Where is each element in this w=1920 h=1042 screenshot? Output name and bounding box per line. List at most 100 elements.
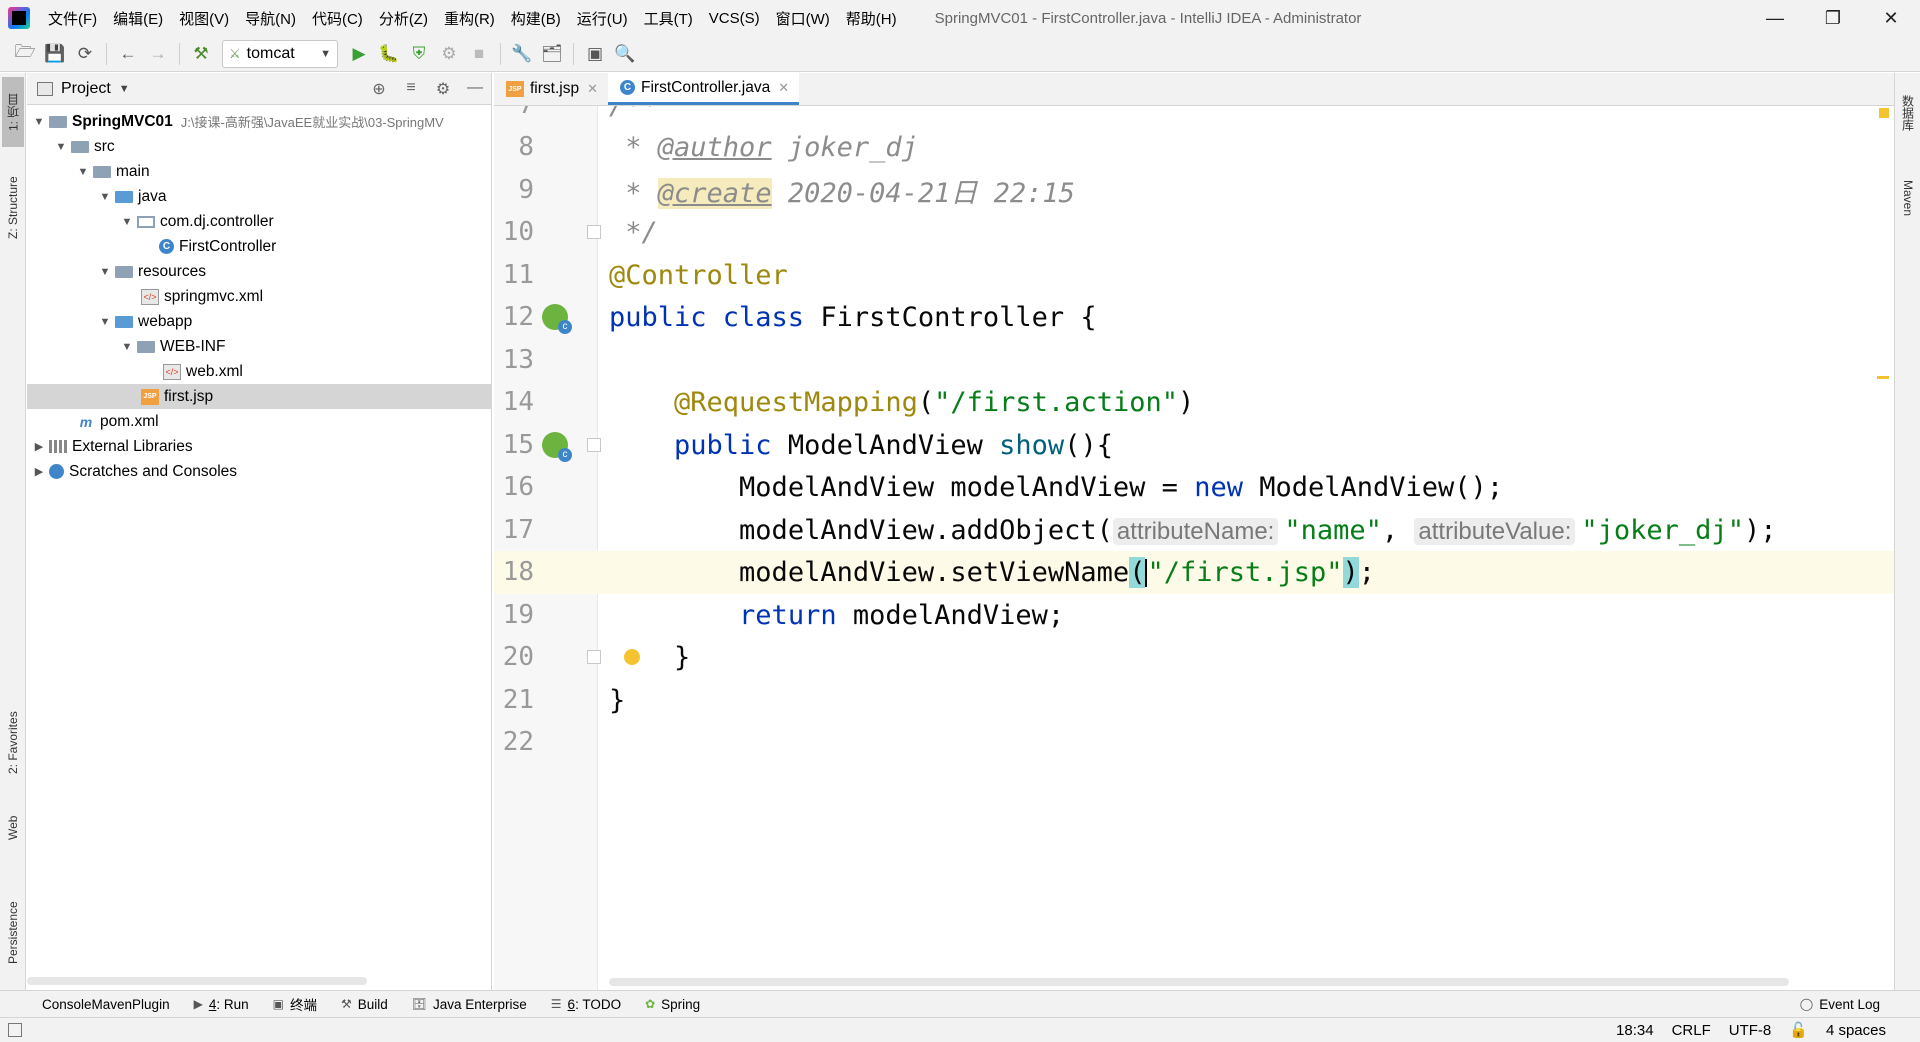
stop-icon[interactable]: ■ bbox=[464, 40, 494, 68]
tool-spring[interactable]: ✿ Spring bbox=[633, 997, 712, 1012]
chevron-down-icon[interactable]: ▼ bbox=[119, 341, 135, 353]
tree-item-java[interactable]: ▼ java bbox=[27, 184, 491, 209]
tree-item-web-xml[interactable]: </> web.xml bbox=[27, 359, 491, 384]
menu-refactor[interactable]: 重构(R) bbox=[436, 8, 503, 29]
tree-item-firstcontroller[interactable]: C FirstController bbox=[27, 234, 491, 259]
code-editor[interactable]: 7 /** 8 * @author joker_dj 9 * @create 2… bbox=[494, 106, 1894, 990]
tree-item-springmvc-xml[interactable]: </> springmvc.xml bbox=[27, 284, 491, 309]
tab-project[interactable]: 1: 项目 bbox=[2, 77, 24, 147]
tree-item-resources[interactable]: ▼ resources bbox=[27, 259, 491, 284]
chevron-down-icon[interactable]: ▼ bbox=[119, 216, 135, 228]
editor-vertical-scrollbar[interactable] bbox=[1877, 106, 1889, 990]
menu-analyze[interactable]: 分析(Z) bbox=[371, 8, 436, 29]
chevron-down-icon[interactable]: ▼ bbox=[97, 191, 113, 203]
fold-icon[interactable] bbox=[587, 438, 601, 452]
tab-maven[interactable]: Maven bbox=[1897, 163, 1919, 233]
tab-first-jsp[interactable]: JSP first.jsp ✕ bbox=[494, 73, 608, 105]
collapse-all-icon[interactable]: ≡ bbox=[395, 79, 427, 99]
tab-persistence[interactable]: Persistence bbox=[2, 883, 24, 983]
menu-edit[interactable]: 编辑(E) bbox=[105, 8, 171, 29]
chevron-right-icon[interactable]: ▶ bbox=[31, 440, 47, 453]
chevron-down-icon[interactable]: ▼ bbox=[119, 83, 130, 95]
file-encoding[interactable]: UTF-8 bbox=[1729, 1022, 1772, 1039]
gear-icon[interactable]: ⚙ bbox=[427, 79, 459, 99]
back-arrow-icon[interactable]: ← bbox=[113, 40, 143, 68]
tab-database[interactable]: 数据库 bbox=[1897, 83, 1919, 143]
chevron-down-icon[interactable]: ▼ bbox=[97, 316, 113, 328]
toggle-tool-windows-icon[interactable] bbox=[8, 1023, 22, 1037]
menu-code[interactable]: 代码(C) bbox=[304, 8, 371, 29]
forward-arrow-icon[interactable]: → bbox=[143, 40, 173, 68]
project-structure-icon[interactable]: 🗂 bbox=[537, 40, 567, 68]
menu-run[interactable]: 运行(U) bbox=[569, 8, 636, 29]
spring-request-mapping-icon[interactable] bbox=[542, 432, 572, 462]
menu-navigate[interactable]: 导航(N) bbox=[237, 8, 304, 29]
restore-icon[interactable]: ❐ bbox=[1804, 0, 1862, 36]
project-panel: Project ▼ ⊕ ≡ ⚙ — ▼ SpringMVC01 J:\接课-高新… bbox=[27, 73, 492, 990]
chevron-right-icon[interactable]: ▶ bbox=[31, 465, 47, 478]
run-icon[interactable]: ▶ bbox=[344, 40, 374, 68]
menu-view[interactable]: 视图(V) bbox=[171, 8, 237, 29]
settings-wrench-icon[interactable]: 🔧 bbox=[507, 40, 537, 68]
project-horizontal-scrollbar[interactable] bbox=[27, 977, 367, 985]
menu-help[interactable]: 帮助(H) bbox=[838, 8, 905, 29]
tree-item-web-inf[interactable]: ▼ WEB-INF bbox=[27, 334, 491, 359]
project-view-select[interactable]: Project bbox=[61, 80, 111, 98]
line-separator[interactable]: CRLF bbox=[1672, 1022, 1711, 1039]
close-icon[interactable]: ✕ bbox=[587, 81, 598, 97]
run-with-coverage-icon[interactable]: ⛨ bbox=[404, 40, 434, 68]
locate-file-icon[interactable]: ⊕ bbox=[363, 79, 395, 99]
menu-vcs[interactable]: VCS(S) bbox=[701, 10, 768, 27]
tree-item-src[interactable]: ▼ src bbox=[27, 134, 491, 159]
minimize-icon[interactable]: — bbox=[1746, 0, 1804, 36]
profile-icon[interactable]: ⚙ bbox=[434, 40, 464, 68]
fold-icon[interactable] bbox=[587, 650, 601, 664]
tool-console-maven-plugin[interactable]: ConsoleMavenPlugin bbox=[0, 997, 182, 1012]
fold-icon[interactable] bbox=[587, 225, 601, 239]
open-folder-icon[interactable]: 🗁 bbox=[10, 40, 40, 68]
tree-item-first-jsp[interactable]: JSP first.jsp bbox=[27, 384, 491, 409]
lock-icon[interactable]: 🔓 bbox=[1789, 1021, 1808, 1039]
chevron-down-icon[interactable]: ▼ bbox=[53, 141, 69, 153]
menu-file[interactable]: 文件(F) bbox=[40, 8, 105, 29]
hide-panel-icon[interactable]: — bbox=[459, 79, 491, 99]
run-configuration-select[interactable]: ⚔ tomcat ▼ bbox=[222, 39, 338, 68]
chevron-down-icon[interactable]: ▼ bbox=[97, 266, 113, 278]
tab-structure[interactable]: Z: Structure bbox=[2, 163, 24, 253]
tree-item-springmvc01[interactable]: ▼ SpringMVC01 J:\接课-高新强\JavaEE就业实战\03-Sp… bbox=[27, 109, 491, 134]
tool-terminal[interactable]: ▣ 终端 bbox=[261, 994, 329, 1014]
chevron-down-icon[interactable]: ▼ bbox=[31, 116, 47, 128]
tree-item-external-libraries[interactable]: ▶ External Libraries bbox=[27, 434, 491, 459]
terminal-window-icon[interactable]: ▣ bbox=[580, 40, 610, 68]
save-all-icon[interactable]: 💾 bbox=[40, 40, 70, 68]
menu-window[interactable]: 窗口(W) bbox=[768, 8, 838, 29]
build-hammer-icon[interactable]: ⚒ bbox=[186, 40, 216, 68]
tool-run[interactable]: ▶ 4: Run bbox=[182, 997, 261, 1012]
close-icon[interactable]: ✕ bbox=[1862, 0, 1920, 36]
menu-tools[interactable]: 工具(T) bbox=[636, 8, 701, 29]
caret-position[interactable]: 18:34 bbox=[1616, 1022, 1654, 1039]
tab-firstcontroller-java[interactable]: C FirstController.java ✕ bbox=[608, 73, 800, 105]
tool-build[interactable]: ⚒ Build bbox=[329, 997, 400, 1012]
search-icon[interactable]: 🔍 bbox=[610, 40, 640, 68]
close-icon[interactable]: ✕ bbox=[778, 80, 789, 96]
inspection-status-icon[interactable] bbox=[1879, 108, 1889, 118]
spring-bean-icon[interactable] bbox=[542, 304, 572, 334]
chevron-down-icon[interactable]: ▼ bbox=[75, 166, 91, 178]
xml-file-icon: </> bbox=[141, 288, 159, 305]
tab-web[interactable]: Web bbox=[2, 803, 24, 853]
tool-java-enterprise[interactable]: 🗄 Java Enterprise bbox=[400, 997, 539, 1012]
tree-item-package[interactable]: ▼ com.dj.controller bbox=[27, 209, 491, 234]
tool-todo[interactable]: ☰ 6: TODO bbox=[539, 997, 633, 1012]
tab-favorites[interactable]: 2: Favorites bbox=[2, 693, 24, 793]
sync-icon[interactable]: ⟳ bbox=[70, 40, 100, 68]
editor-horizontal-scrollbar[interactable] bbox=[609, 978, 1789, 986]
tree-item-main[interactable]: ▼ main bbox=[27, 159, 491, 184]
tree-item-scratches[interactable]: ▶ Scratches and Consoles bbox=[27, 459, 491, 484]
menu-build[interactable]: 构建(B) bbox=[503, 8, 569, 29]
tree-item-pom-xml[interactable]: m pom.xml bbox=[27, 409, 491, 434]
debug-icon[interactable]: 🐛 bbox=[374, 40, 404, 68]
indent-setting[interactable]: 4 spaces bbox=[1826, 1022, 1886, 1039]
tool-event-log[interactable]: ◯ Event Log bbox=[1788, 997, 1920, 1012]
tree-item-webapp[interactable]: ▼ webapp bbox=[27, 309, 491, 334]
